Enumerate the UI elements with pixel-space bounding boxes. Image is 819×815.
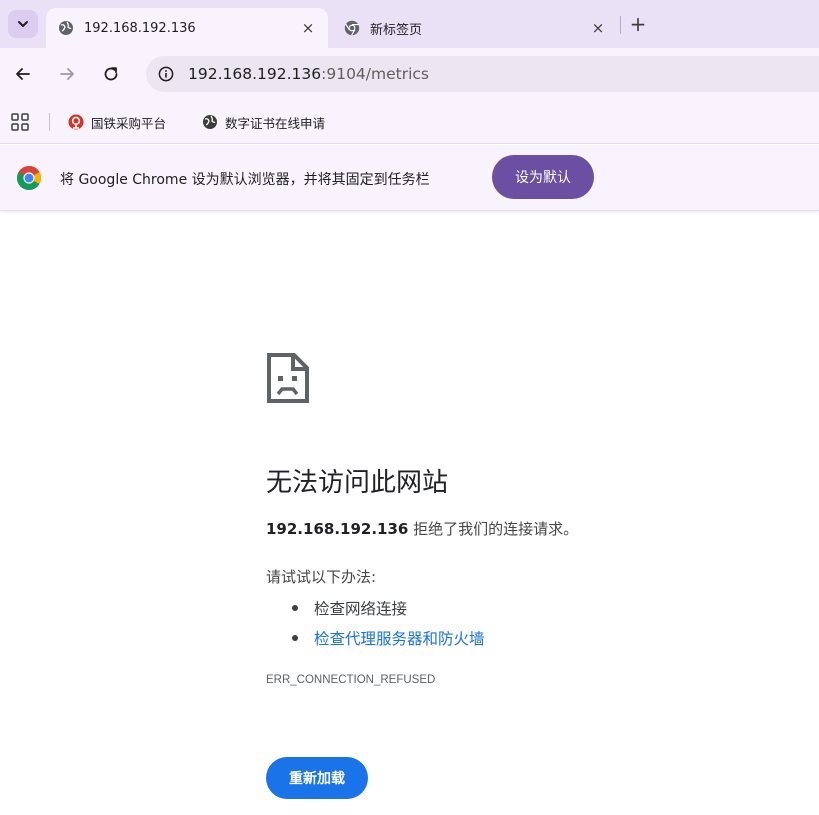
address-bar[interactable]: 192.168.192.136:9104/metrics [146, 56, 819, 92]
error-code: ERR_CONNECTION_REFUSED [266, 674, 436, 686]
error-host: 192.168.192.136 [266, 520, 409, 538]
error-description: 192.168.192.136 拒绝了我们的连接请求。 [266, 518, 578, 539]
chevron-down-icon [18, 21, 28, 27]
suggestions-list: 检查网络连接 检查代理服务器和防火墙 [292, 593, 485, 653]
tab-title: 新标签页 [370, 22, 423, 38]
bookmark-label: 数字证书在线申请 [225, 115, 326, 131]
tab-separator [620, 16, 621, 34]
bookmarks-separator [49, 113, 50, 131]
arrow-left-icon [16, 68, 30, 80]
sad-page-icon [267, 353, 309, 403]
tab-active[interactable]: 192.168.192.136 × [46, 8, 328, 48]
chrome-icon [344, 20, 360, 36]
bookmark-label: 国铁采购平台 [91, 115, 167, 131]
suggestions-title: 请试试以下办法: [266, 568, 377, 586]
suggestion-check-proxy-firewall-link[interactable]: 检查代理服务器和防火墙 [292, 623, 485, 653]
bookmark-railway-procurement[interactable]: 国铁采购平台 [68, 111, 166, 133]
url-host: 192.168.192.136 [188, 65, 322, 83]
bookmark-digital-certificate[interactable]: 数字证书在线申请 [202, 111, 325, 133]
chrome-logo-icon [16, 166, 42, 191]
tab-close-button[interactable]: × [588, 18, 608, 38]
tab-title: 192.168.192.136 [84, 20, 196, 36]
infobar-message: 将 Google Chrome 设为默认浏览器，并将其固定到任务栏 [60, 172, 430, 188]
url-path: :9104/metrics [321, 65, 430, 83]
tab-strip: 192.168.192.136 × 新标签页 × + [0, 0, 819, 48]
tab-new-tab[interactable]: 新标签页 × [332, 8, 618, 48]
bullet-icon [292, 605, 298, 611]
back-button[interactable] [10, 61, 36, 87]
error-description-text: 拒绝了我们的连接请求。 [413, 520, 579, 538]
info-icon [158, 66, 174, 82]
url-text[interactable]: 192.168.192.136:9104/metrics [188, 65, 429, 83]
set-default-button[interactable]: 设为默认 [492, 155, 594, 199]
reload-toolbar-button[interactable] [98, 61, 124, 87]
forward-button[interactable] [54, 61, 80, 87]
apps-grid-icon[interactable] [10, 112, 30, 132]
reload-button[interactable]: 重新加载 [266, 757, 368, 799]
globe-icon [59, 21, 73, 35]
refresh-icon [104, 67, 118, 81]
suggestion-text: 检查网络连接 [314, 600, 408, 618]
new-tab-button[interactable]: + [626, 12, 650, 36]
railway-icon [68, 114, 84, 130]
default-browser-infobar: 将 Google Chrome 设为默认浏览器，并将其固定到任务栏 设为默认 [0, 145, 819, 211]
globe-icon [203, 115, 217, 129]
arrow-right-icon [60, 68, 74, 80]
tab-close-button[interactable]: × [298, 18, 318, 38]
suggestion-link-text[interactable]: 检查代理服务器和防火墙 [314, 627, 485, 649]
toolbar: 192.168.192.136:9104/metrics [0, 48, 819, 100]
error-title: 无法访问此网站 [266, 468, 449, 498]
tab-search-button[interactable] [8, 10, 38, 38]
bullet-icon [292, 635, 298, 641]
site-info-button[interactable] [154, 62, 178, 86]
suggestion-check-network: 检查网络连接 [292, 593, 485, 623]
bookmarks-bar: 国铁采购平台 数字证书在线申请 [0, 100, 819, 144]
